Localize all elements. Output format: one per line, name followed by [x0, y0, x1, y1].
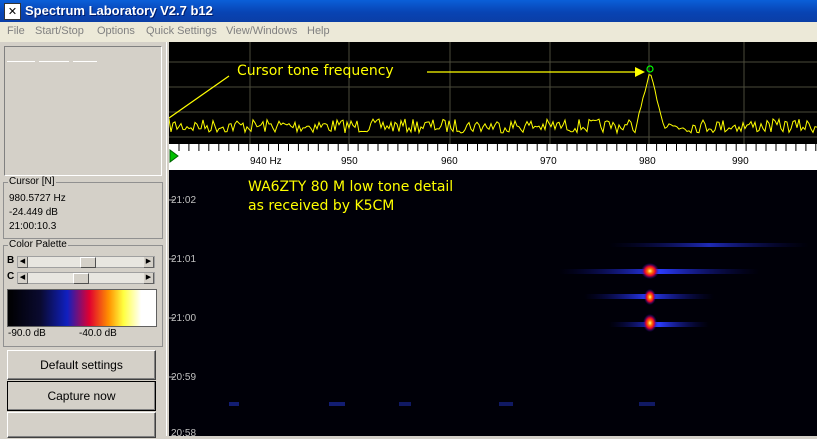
cursor-level: -24.449 dB — [9, 207, 58, 218]
extra-button[interactable] — [7, 412, 156, 438]
arrowhead-right-icon — [635, 67, 645, 77]
freq-label-950: 950 — [341, 156, 358, 167]
waterfall-display[interactable]: 21:02 21:01 21:00 20:59 20:58 WA6ZTY 80 … — [169, 170, 817, 439]
control-panel: Cursor [N] 980.5727 Hz -24.449 dB 21:00:… — [0, 42, 166, 438]
menu-start-stop[interactable]: Start/Stop — [35, 25, 84, 37]
palette-min-label: -90.0 dB — [8, 328, 46, 339]
contrast-row: C ◀ ▶ — [7, 271, 155, 284]
contrast-scrollbar[interactable]: ◀ ▶ — [17, 272, 155, 284]
palette-max-label: -40.0 dB — [79, 328, 117, 339]
menu-file[interactable]: File — [7, 25, 25, 37]
freq-label-980: 980 — [639, 156, 656, 167]
menu-bar: File Start/Stop Options Quick Settings V… — [0, 22, 817, 42]
brightness-row: B ◀ ▶ — [7, 255, 155, 268]
scroll-left-arrow-icon[interactable]: ◀ — [18, 273, 28, 284]
waterfall-time-ticks — [169, 199, 175, 378]
menu-help[interactable]: Help — [307, 25, 330, 37]
brightness-letter: B — [7, 255, 15, 266]
freq-label-970: 970 — [540, 156, 557, 167]
freq-label-960: 960 — [441, 156, 458, 167]
play-marker-icon[interactable] — [169, 149, 179, 163]
scroll-left-arrow-icon[interactable]: ◀ — [18, 257, 28, 268]
time-label-2059: 20:59 — [171, 372, 197, 383]
waterfall-annotation: WA6ZTY 80 M low tone detail as received … — [248, 178, 453, 216]
spectrum-display[interactable]: Cursor tone frequency — [169, 42, 817, 144]
cursor-time: 21:00:10.3 — [9, 221, 57, 232]
title-bar: ✕ Spectrum Laboratory V2.7 b12 — [0, 0, 817, 22]
menu-quick-settings[interactable]: Quick Settings — [146, 25, 217, 37]
contrast-thumb[interactable] — [72, 273, 89, 284]
waterfall-annotation-line2: as received by K5CM — [248, 198, 395, 214]
menu-options[interactable]: Options — [97, 25, 135, 37]
frequency-ticks — [178, 144, 817, 151]
brightness-thumb[interactable] — [80, 257, 97, 268]
default-settings-button[interactable]: Default settings — [7, 350, 156, 380]
menu-view-windows[interactable]: View/Windows — [226, 25, 297, 37]
scroll-right-arrow-icon[interactable]: ▶ — [144, 273, 154, 284]
cursor-frequency: 980.5727 Hz — [9, 193, 66, 204]
time-label-2058: 20:58 — [171, 428, 197, 439]
cursor-group-label: Cursor [N] — [8, 176, 56, 187]
spectrum-svg — [169, 42, 817, 144]
window-title: Spectrum Laboratory V2.7 b12 — [25, 3, 213, 18]
info-box — [4, 46, 162, 176]
scroll-right-arrow-icon[interactable]: ▶ — [144, 257, 154, 268]
spectrum-trace — [169, 73, 817, 135]
time-label-2102: 21:02 — [171, 195, 197, 206]
contrast-letter: C — [7, 271, 15, 282]
freq-label-940: 940 Hz — [250, 156, 282, 167]
freq-label-990: 990 — [732, 156, 749, 167]
waterfall-annotation-line1: WA6ZTY 80 M low tone detail — [248, 179, 454, 195]
frequency-scale[interactable]: 940 Hz 950 960 970 980 990 — [169, 144, 817, 170]
color-palette-bar[interactable] — [7, 289, 157, 327]
cursor-group: Cursor [N] 980.5727 Hz -24.449 dB 21:00:… — [3, 176, 163, 239]
app-logo-icon[interactable]: ✕ — [4, 3, 21, 20]
time-label-2100: 21:00 — [171, 313, 197, 324]
annotation-arrow-down — [169, 75, 230, 119]
color-palette-label: Color Palette — [8, 239, 68, 250]
brightness-scrollbar[interactable]: ◀ ▶ — [17, 256, 155, 268]
signal-traces — [229, 243, 809, 406]
capture-now-button[interactable]: Capture now — [7, 381, 156, 411]
time-label-2101: 21:01 — [171, 254, 197, 265]
cursor-marker-icon[interactable] — [646, 65, 654, 73]
spectrum-annotation: Cursor tone frequency — [237, 63, 394, 79]
